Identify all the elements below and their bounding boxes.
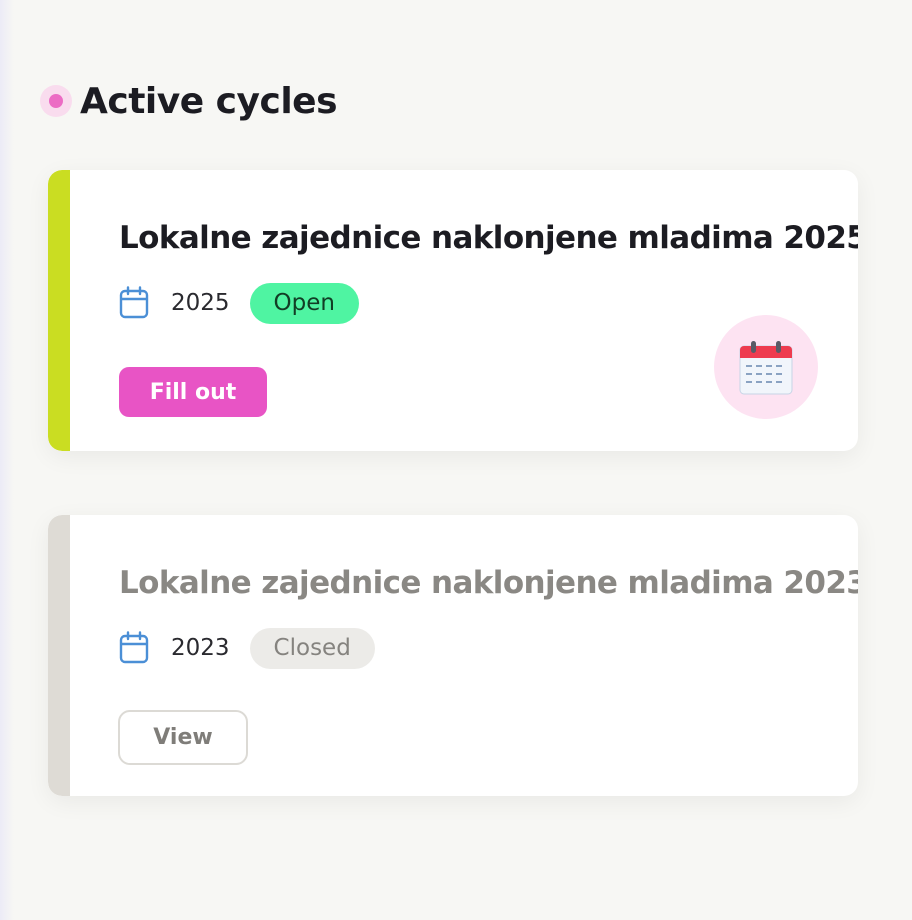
cycle-year: 2023	[171, 635, 230, 661]
calendar-icon	[119, 286, 151, 320]
card-accent-bar	[48, 170, 70, 451]
cycle-title: Lokalne zajednice naklonjene mladima 202…	[119, 565, 858, 601]
card-accent-bar	[48, 515, 70, 796]
status-badge: Closed	[249, 627, 375, 669]
section-title: Active cycles	[80, 80, 338, 122]
status-badge: Open	[249, 282, 359, 324]
cycle-title: Lokalne zajednice naklonjene mladima 202…	[119, 220, 858, 256]
calendar-illustration-icon	[714, 315, 818, 419]
cycle-meta: 2025 Open	[119, 282, 359, 324]
cycle-meta: 2023 Closed	[119, 627, 375, 669]
section-header: Active cycles	[40, 78, 338, 124]
view-button[interactable]: View	[118, 710, 248, 765]
fill-out-button[interactable]: Fill out	[119, 367, 267, 417]
cycle-card-2023: Lokalne zajednice naklonjene mladima 202…	[48, 515, 858, 796]
cycle-card-2025: Lokalne zajednice naklonjene mladima 202…	[48, 170, 858, 451]
calendar-icon	[119, 631, 151, 665]
dot-icon-inner	[49, 94, 63, 108]
cycle-year: 2025	[171, 290, 230, 316]
page-edge-gradient	[0, 0, 14, 920]
dot-icon	[40, 85, 72, 117]
